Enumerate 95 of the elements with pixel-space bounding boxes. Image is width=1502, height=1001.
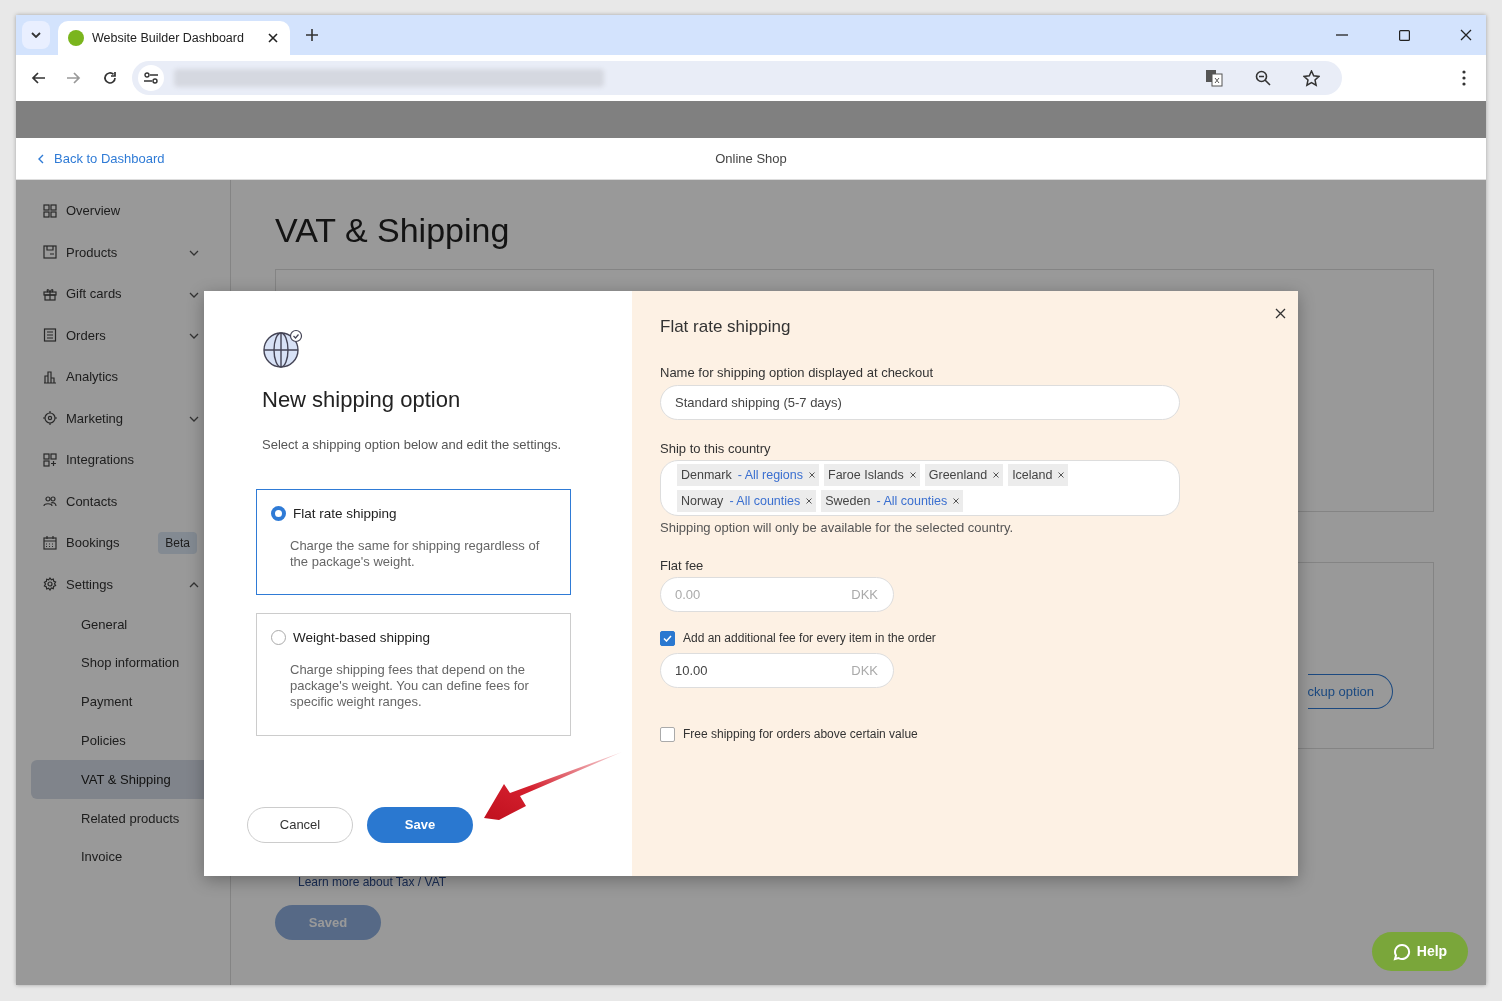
sidebar-item[interactable]: Marketing: [16, 397, 230, 439]
country-tag[interactable]: Iceland: [1008, 464, 1069, 487]
people-icon: [43, 494, 57, 509]
country-name: Faroe Islands: [828, 467, 904, 484]
country-name: Denmark: [681, 467, 732, 484]
sidebar-item[interactable]: Bookings Beta: [16, 522, 230, 564]
remove-icon: [953, 498, 960, 505]
tab-list-button[interactable]: [22, 21, 50, 49]
chevron-left-icon: [38, 153, 44, 164]
checkbox-label: Add an additional fee for every item in the order: [683, 630, 936, 648]
sidebar-item[interactable]: Settings: [16, 563, 230, 605]
site-settings-icon: [144, 72, 158, 84]
dialog-heading: New shipping option: [262, 387, 462, 414]
country-name: Norway: [681, 493, 724, 510]
option-description: Charge the same for shipping regardless of the package's weight.: [290, 537, 541, 571]
radio-button[interactable]: [271, 506, 286, 522]
pickup-option-button[interactable]: ckup option: [1307, 673, 1393, 709]
sidebar-item[interactable]: Overview: [16, 190, 230, 232]
save-button[interactable]: Save: [367, 807, 473, 843]
checkbox[interactable]: [660, 630, 675, 646]
name-input-field[interactable]: Standard shipping (5-7 days): [660, 384, 1180, 420]
country-tag[interactable]: Denmark - All regions: [677, 464, 820, 487]
remove-icon: [809, 472, 816, 479]
checkbox-label: Free shipping for orders above certain value: [683, 726, 918, 744]
option-description: Charge shipping fees that depend on the package's weight. You can define fees for specific weight ranges.: [290, 661, 530, 711]
minimize-icon: [1336, 34, 1348, 36]
sidebar-item[interactable]: Analytics: [16, 356, 230, 398]
target-icon: [43, 411, 57, 426]
field-label: Flat fee: [660, 556, 705, 575]
reload-icon: [103, 71, 117, 85]
bar-chart-icon: [43, 369, 57, 384]
dialog-description: Select a shipping option below and edit the settings.: [262, 437, 562, 454]
close-icon: [1275, 308, 1286, 320]
shipping-type-option[interactable]: Flat rate shipping Charge the same for shipping regardless of the package's weight.: [256, 488, 571, 595]
gift-icon: [43, 286, 57, 301]
country-name: Greenland: [928, 467, 988, 484]
zoom-out-icon: [1255, 70, 1271, 86]
remove-icon: [909, 472, 916, 479]
list-icon: [43, 328, 57, 343]
plus-icon: [306, 29, 318, 41]
star-icon: [1303, 69, 1320, 87]
arrow-left-icon: [31, 72, 45, 84]
favicon-icon: [68, 30, 84, 46]
tax-info-link[interactable]: Learn more about Tax / VAT: [298, 873, 447, 891]
currency-unit: DKK: [851, 662, 878, 681]
globe-icon: [262, 329, 304, 369]
chevron-down-icon: [31, 32, 41, 38]
region-scope: - All counties: [876, 493, 948, 510]
cancel-button[interactable]: Cancel: [247, 807, 353, 843]
checkbox[interactable]: [660, 726, 675, 742]
beta-badge: Beta: [158, 531, 197, 554]
country-tag[interactable]: Sweden - All counties: [821, 490, 964, 513]
shop-title: Online Shop: [715, 149, 787, 168]
page-title: VAT & Shipping: [275, 210, 511, 251]
shipping-type-option[interactable]: Weight-based shipping Charge shipping fees that depend on the package's weight. You can define fees for specific weight ranges.: [256, 612, 571, 736]
settings-heading: Flat rate shipping: [660, 317, 792, 338]
option-title: Flat rate shipping: [293, 504, 397, 523]
country-name: Iceland: [1012, 467, 1053, 484]
sidebar-item[interactable]: Contacts: [16, 480, 230, 522]
sidebar-item[interactable]: Integrations: [16, 439, 230, 481]
sidebar-item[interactable]: Gift cards: [16, 273, 230, 315]
grid-plus-icon: [43, 452, 57, 467]
chat-bubble-icon: [1392, 942, 1411, 961]
translate-icon: [1205, 69, 1223, 87]
browser-tab[interactable]: Website Builder Dashboard: [58, 21, 290, 55]
currency-unit: DKK: [851, 586, 878, 605]
sidebar-item[interactable]: Orders: [16, 314, 230, 356]
close-icon: [1460, 29, 1472, 41]
gear-icon: [43, 577, 57, 592]
field-hint: Shipping option will only be available for the selected country.: [660, 519, 1015, 538]
region-scope: - All regions: [737, 467, 804, 484]
country-name: Sweden: [825, 493, 871, 510]
back-link[interactable]: Back to Dashboard: [38, 148, 165, 169]
sidebar-item[interactable]: Products: [16, 231, 230, 273]
close-tab-button[interactable]: [266, 31, 280, 45]
field-label: Ship to this country: [660, 439, 772, 458]
more-icon: [1462, 70, 1466, 86]
close-icon: [268, 33, 278, 43]
remove-icon: [993, 472, 1000, 479]
option-title: Weight-based shipping: [293, 628, 431, 647]
region-scope: - All counties: [729, 493, 801, 510]
country-select-field[interactable]: Denmark - All regions Faroe Islands Greenland Iceland Norway - All counties Sweden - All counties: [660, 460, 1180, 517]
grid-icon: [43, 203, 57, 218]
checkmark-icon: [663, 634, 672, 642]
country-tag[interactable]: Faroe Islands: [824, 464, 920, 487]
country-tag[interactable]: Norway - All counties: [677, 490, 817, 513]
remove-icon: [1058, 472, 1065, 479]
maximize-icon: [1398, 29, 1410, 41]
arrow-right-icon: [67, 72, 81, 84]
radio-button[interactable]: [271, 630, 286, 646]
tab-title: Website Builder Dashboard: [92, 29, 245, 47]
calendar-icon: [43, 535, 57, 550]
remove-icon: [806, 498, 813, 505]
field-label: Name for shipping option displayed at checkout: [660, 364, 935, 383]
country-tag[interactable]: Greenland: [924, 464, 1004, 487]
